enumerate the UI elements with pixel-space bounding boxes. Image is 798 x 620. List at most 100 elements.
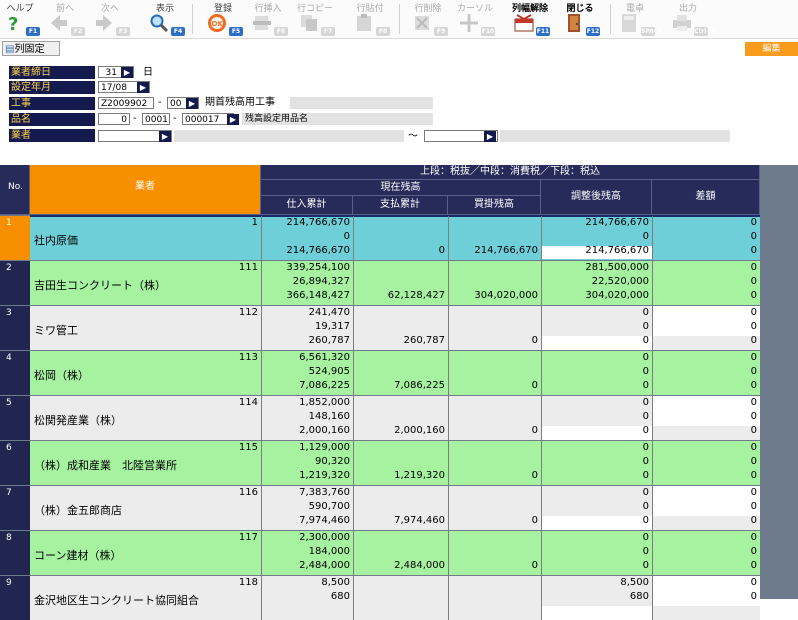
- payable-balance[interactable]: 0: [448, 425, 541, 437]
- toolbar-button-cursor[interactable]: カーソル F10: [455, 0, 495, 38]
- difference[interactable]: 0: [652, 442, 760, 454]
- adjusted-balance[interactable]: 0: [541, 470, 652, 482]
- purchase-total[interactable]: 2,000,160: [261, 425, 353, 437]
- adjusted-balance[interactable]: 0: [541, 532, 652, 544]
- paid-total[interactable]: 7,086,225: [353, 380, 448, 392]
- purchase-total[interactable]: 524,905: [261, 366, 353, 378]
- vendor-from-dropdown-button[interactable]: ▶: [159, 131, 171, 142]
- closing-day-dropdown-button[interactable]: ▶: [121, 67, 133, 78]
- vendor-name[interactable]: 松岡（株）: [34, 367, 89, 383]
- difference[interactable]: 0: [652, 307, 760, 319]
- table-row[interactable]: 4 113 松岡（株） 6,561,320 524,905 7,086,225 7,086,…: [0, 351, 760, 395]
- adjusted-balance[interactable]: 0: [541, 546, 652, 558]
- table-row[interactable]: 5 114 松関発産業（株） 1,852,000 148,160 2,000,160 2,0…: [0, 396, 760, 440]
- purchase-total[interactable]: 214,766,670: [261, 217, 353, 229]
- payable-balance[interactable]: 0: [448, 335, 541, 347]
- vendor-code[interactable]: 117: [30, 532, 261, 544]
- vendor-name[interactable]: （株）成和産業 北陸営業所: [34, 457, 177, 473]
- adjusted-balance[interactable]: 0: [541, 397, 652, 409]
- item-code2-field[interactable]: 0001: [142, 113, 170, 125]
- vendor-code[interactable]: 1: [30, 217, 261, 229]
- payable-balance[interactable]: 0: [448, 560, 541, 572]
- row-number[interactable]: 6: [0, 441, 30, 485]
- table-row[interactable]: 7 116 （株）金五郎商店 7,383,760 590,700 7,974,460 7,9…: [0, 486, 760, 530]
- table-row[interactable]: 6 115 （株）成和産業 北陸営業所 1,129,000 90,320 1,219,32…: [0, 441, 760, 485]
- purchase-total[interactable]: 19,317: [261, 321, 353, 333]
- adjusted-balance[interactable]: 214,766,670: [541, 217, 652, 229]
- paid-total[interactable]: 260,787: [353, 335, 448, 347]
- vendor-code[interactable]: 112: [30, 307, 261, 319]
- purchase-total[interactable]: 214,766,670: [261, 245, 353, 257]
- payable-balance[interactable]: 0: [448, 470, 541, 482]
- item-dropdown-button[interactable]: ▶: [227, 114, 239, 125]
- toolbar-button-calculator[interactable]: 電卓 SPACE: [615, 0, 662, 38]
- purchase-total[interactable]: 7,383,760: [261, 487, 353, 499]
- vendor-name[interactable]: （株）金五郎商店: [34, 502, 122, 518]
- row-number[interactable]: 8: [0, 531, 30, 575]
- purchase-total[interactable]: 1,129,000: [261, 442, 353, 454]
- adjusted-balance[interactable]: 0: [541, 560, 652, 572]
- difference[interactable]: 0: [652, 577, 760, 589]
- toolbar-button-ok[interactable]: 登録 OK F5: [203, 0, 243, 38]
- paid-total[interactable]: 1,219,320: [353, 470, 448, 482]
- payable-balance[interactable]: 0: [448, 515, 541, 527]
- purchase-total[interactable]: 2,300,000: [261, 532, 353, 544]
- toolbar-button-printer[interactable]: 出力 Ctrl+P: [668, 0, 716, 38]
- adjusted-balance[interactable]: 8,500: [541, 577, 652, 589]
- difference[interactable]: 0: [652, 276, 760, 288]
- adjusted-balance[interactable]: 0: [541, 307, 652, 319]
- difference[interactable]: 0: [652, 397, 760, 409]
- paid-total[interactable]: 2,484,000: [353, 560, 448, 572]
- purchase-total[interactable]: 260,787: [261, 335, 353, 347]
- purchase-total[interactable]: 7,974,460: [261, 515, 353, 527]
- row-number[interactable]: 9: [0, 576, 30, 620]
- difference[interactable]: 0: [652, 335, 760, 347]
- vendor-name[interactable]: コーン建材（株）: [34, 547, 121, 563]
- adjusted-balance[interactable]: 0: [541, 366, 652, 378]
- toolbar-button-paste-row[interactable]: 行貼付 F8: [350, 0, 390, 38]
- difference[interactable]: 0: [652, 515, 760, 527]
- paid-total[interactable]: 7,974,460: [353, 515, 448, 527]
- difference[interactable]: 0: [652, 380, 760, 392]
- col-header-adjusted[interactable]: 調整後残高: [541, 180, 652, 215]
- vendor-name[interactable]: 社内原価: [34, 232, 78, 248]
- row-number[interactable]: 1: [0, 216, 30, 260]
- adjusted-balance[interactable]: 0: [541, 501, 652, 513]
- difference[interactable]: 0: [652, 245, 760, 257]
- adjusted-balance[interactable]: 680: [541, 591, 652, 603]
- adjusted-balance[interactable]: 0: [541, 442, 652, 454]
- payable-balance[interactable]: 214,766,670: [448, 245, 541, 257]
- difference[interactable]: 0: [652, 352, 760, 364]
- toolbar-button-arrow-left[interactable]: 前へ F2: [45, 0, 85, 38]
- toolbar-button-search[interactable]: 表示 F4: [145, 0, 185, 38]
- adjusted-balance[interactable]: 0: [541, 487, 652, 499]
- vendor-code[interactable]: 115: [30, 442, 261, 454]
- row-number[interactable]: 5: [0, 396, 30, 440]
- toolbar-button-delete-row[interactable]: 行削除 F9: [408, 0, 448, 38]
- lock-columns-button[interactable]: ▤列固定: [2, 41, 60, 56]
- purchase-total[interactable]: 148,160: [261, 411, 353, 423]
- purchase-total[interactable]: 2,484,000: [261, 560, 353, 572]
- difference[interactable]: 0: [652, 560, 760, 572]
- vendor-name[interactable]: 金沢地区生コンクリート協同組合: [34, 592, 199, 608]
- row-number[interactable]: 3: [0, 306, 30, 350]
- toolbar-button-arrow-right[interactable]: 次へ F3: [90, 0, 130, 38]
- col-header-vendor[interactable]: 業者: [30, 165, 261, 215]
- adjusted-balance[interactable]: 281,500,000: [541, 262, 652, 274]
- toolbar-button-copy-row[interactable]: 行コピー F7: [295, 0, 335, 38]
- vendor-name[interactable]: ミワ管工: [34, 322, 78, 338]
- vendor-code[interactable]: 113: [30, 352, 261, 364]
- adjusted-balance[interactable]: 0: [541, 515, 652, 527]
- difference[interactable]: 0: [652, 487, 760, 499]
- row-number[interactable]: 7: [0, 486, 30, 530]
- difference[interactable]: 0: [652, 456, 760, 468]
- adjusted-balance[interactable]: 0: [541, 321, 652, 333]
- toolbar-button-insert-row[interactable]: 行挿入 F6: [248, 0, 288, 38]
- purchase-total[interactable]: 680: [261, 591, 353, 603]
- difference[interactable]: 0: [652, 290, 760, 302]
- item-code1-field[interactable]: 0: [98, 113, 130, 125]
- adjusted-balance[interactable]: 0: [541, 411, 652, 423]
- purchase-total[interactable]: 590,700: [261, 501, 353, 513]
- vendor-code[interactable]: 118: [30, 577, 261, 589]
- difference[interactable]: 0: [652, 231, 760, 243]
